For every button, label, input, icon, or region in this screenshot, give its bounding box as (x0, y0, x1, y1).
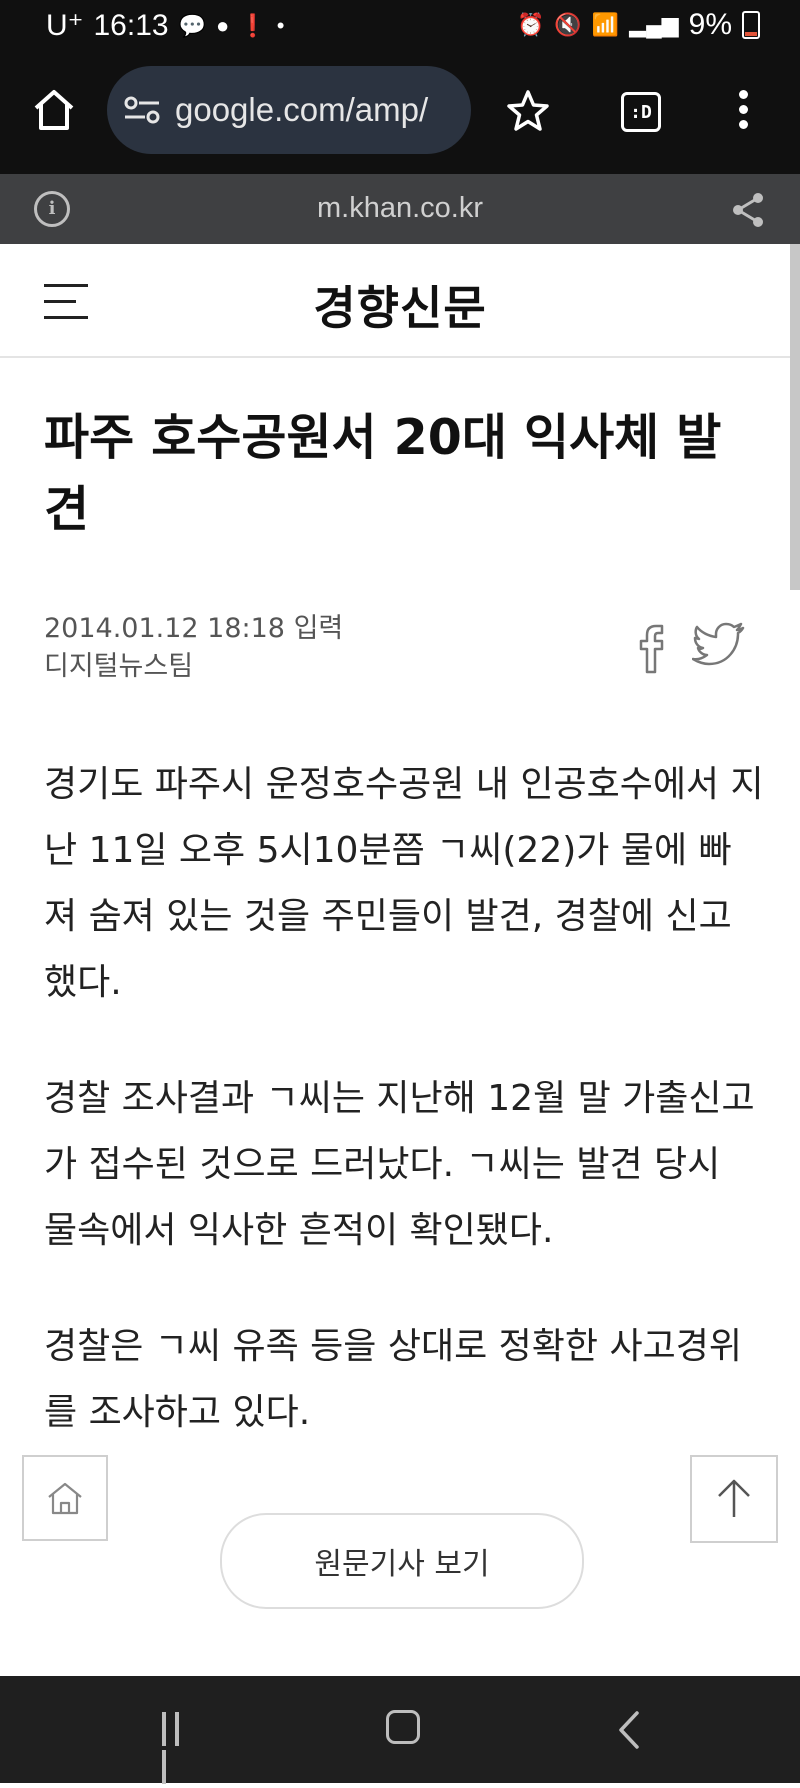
scrollbar[interactable] (790, 244, 800, 590)
article-author: 디지털뉴스팀 (44, 651, 194, 682)
home-button[interactable] (22, 1455, 108, 1541)
article-date: 2014.01.12 18:18 입력 (44, 613, 344, 644)
status-left: U⁺ 16:13 💬 ● ❗ • (46, 8, 284, 43)
twitter-icon[interactable] (692, 620, 746, 668)
bookmark-star-icon[interactable] (505, 88, 551, 134)
tab-switcher-button[interactable]: :D (621, 92, 661, 132)
url-bar[interactable]: google.com/amp/ (107, 66, 471, 154)
alert-icon: ❗ (239, 12, 267, 38)
scroll-to-top-button[interactable] (690, 1455, 778, 1543)
site-info-bar: i m.khan.co.kr (0, 174, 800, 244)
share-icon[interactable] (730, 192, 766, 228)
carrier-label: U⁺ (46, 9, 84, 42)
view-original-article-button[interactable]: 원문기사 보기 (220, 1513, 584, 1609)
battery-icon (742, 11, 760, 39)
wifi-icon: 📶 (591, 12, 620, 37)
arrow-up-icon (718, 1479, 750, 1517)
article-meta: 2014.01.12 18:18 입력 디지털뉴스팀 (44, 610, 343, 686)
chat-icon: ● (215, 12, 230, 38)
article-headline: 파주 호수공원서 20대 익사체 발견 (44, 409, 722, 538)
home-nav-icon[interactable] (386, 1710, 420, 1744)
status-time: 16:13 (93, 8, 169, 42)
recents-icon[interactable] (162, 1712, 196, 1784)
alarm-icon: ⏰ (516, 12, 545, 37)
site-domain: m.khan.co.kr (317, 192, 483, 224)
article-paragraph: 경기도 파주시 운정호수공원 내 인공호수에서 지난 11일 오후 5시10분쯤… (44, 764, 764, 1003)
mute-icon: 🔇 (554, 12, 582, 37)
signal-icon: ▂▄▆ (629, 12, 679, 37)
dot-icon: • (276, 12, 285, 38)
site-header: 경향신문 (0, 244, 790, 358)
more-menu-icon[interactable] (738, 90, 750, 130)
status-bar: U⁺ 16:13 💬 ● ❗ • ⏰ 🔇 📶 ▂▄▆ 9% (0, 0, 800, 56)
url-text[interactable]: google.com/amp/ (175, 91, 428, 129)
site-logo[interactable]: 경향신문 (0, 272, 800, 338)
article-paragraph: 경찰은 ㄱ씨 유족 등을 상대로 정확한 사고경위를 조사하고 있다. (44, 1326, 742, 1433)
battery-level: 9% (688, 8, 732, 41)
back-icon[interactable] (617, 1710, 641, 1750)
home-outline-icon (48, 1482, 82, 1515)
facebook-icon[interactable] (630, 616, 670, 674)
browser-toolbar: google.com/amp/ :D (0, 56, 800, 174)
system-navigation-bar (0, 1676, 800, 1784)
home-icon[interactable] (30, 86, 78, 134)
article-paragraph: 경찰 조사결과 ㄱ씨는 지난해 12월 말 가출신고가 접수된 것으로 드러났다… (44, 1078, 755, 1251)
talk-icon: 💬 (178, 12, 206, 38)
site-settings-icon[interactable] (123, 95, 161, 125)
status-right: ⏰ 🔇 📶 ▂▄▆ 9% (517, 8, 760, 42)
